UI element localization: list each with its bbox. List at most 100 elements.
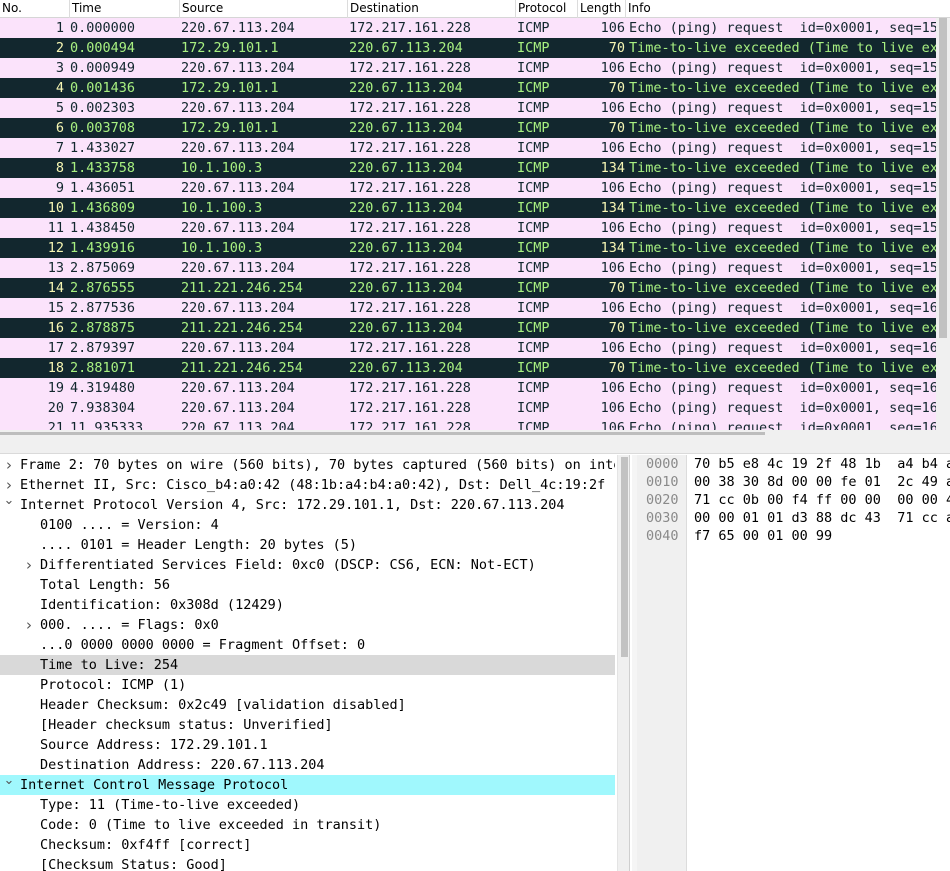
tree-node[interactable]: › Differentiated Services Field: 0xc0 (DS… (0, 555, 615, 575)
cell-length: 106 (600, 300, 625, 316)
hex-line[interactable]: 00 00 01 01 d3 88 dc 43 71 cc ac (694, 509, 950, 527)
tree-node[interactable]: ...0 0000 0000 0000 = Fragment Offset: 0 (0, 635, 615, 655)
column-header-length[interactable]: Length (578, 0, 626, 18)
cell-no: 3 (55, 60, 64, 76)
chevron-right-icon[interactable]: › (2, 455, 16, 475)
tree-node[interactable]: Identification: 0x308d (12429) (0, 595, 615, 615)
packet-row[interactable]: 1 0.000000 220.67.113.204 172.217.161.228 IC… (0, 18, 936, 38)
cell-no: 4 (55, 80, 64, 96)
packet-row[interactable]: 20 7.938304 220.67.113.204 172.217.161.228 I… (0, 398, 936, 418)
packet-row[interactable]: 17 2.879397 220.67.113.204 172.217.161.228 I… (0, 338, 936, 358)
packet-row[interactable]: 9 1.436051 220.67.113.204 172.217.161.228 IC… (0, 178, 936, 198)
packet-list-vertical-scrollbar[interactable] (936, 18, 950, 436)
tree-node[interactable]: Total Length: 56 (0, 575, 615, 595)
packet-row[interactable]: 14 2.876555 211.221.246.254 220.67.113.204 I… (0, 278, 936, 298)
packet-row[interactable]: 8 1.433758 10.1.100.3 220.67.113.204 ICMP 134… (0, 158, 936, 178)
cell-info: Echo (ping) request id=0x0001, seq=163 (629, 400, 936, 416)
cell-protocol: ICMP (517, 260, 550, 276)
column-header-protocol[interactable]: Protocol (516, 0, 578, 18)
packet-row[interactable]: 4 0.001436 172.29.101.1 220.67.113.204 ICMP 7… (0, 78, 936, 98)
packet-row[interactable]: 10 1.436809 10.1.100.3 220.67.113.204 ICMP 13… (0, 198, 936, 218)
column-header-source[interactable]: Source (180, 0, 348, 18)
column-header-destination[interactable]: Destination (348, 0, 516, 18)
scrollbar-thumb[interactable] (621, 457, 628, 657)
tree-node-label: 0100 .... = Version: 4 (40, 517, 219, 533)
scrollbar-thumb[interactable] (939, 18, 947, 338)
packet-row[interactable]: 15 2.877536 220.67.113.204 172.217.161.228 I… (0, 298, 936, 318)
hex-offset-column: 0000 0010 0020 0030 0040 (637, 455, 687, 871)
cell-destination: 220.67.113.204 (349, 320, 463, 336)
packet-row[interactable]: 11 1.438450 220.67.113.204 172.217.161.228 I… (0, 218, 936, 238)
cell-destination: 220.67.113.204 (349, 80, 463, 96)
tree-node[interactable]: 0100 .... = Version: 4 (0, 515, 615, 535)
cell-no: 12 (47, 240, 64, 256)
packet-details-tree[interactable]: › Frame 2: 70 bytes on wire (560 bits), 7… (0, 455, 630, 871)
cell-source: 220.67.113.204 (181, 300, 295, 316)
hex-line[interactable]: 70 b5 e8 4c 19 2f 48 1b a4 b4 a0 (694, 455, 950, 473)
packet-row[interactable]: 5 0.002303 220.67.113.204 172.217.161.228 IC… (0, 98, 936, 118)
cell-protocol: ICMP (517, 240, 550, 256)
cell-source: 10.1.100.3 (181, 160, 263, 176)
packet-row[interactable]: 7 1.433027 220.67.113.204 172.217.161.228 IC… (0, 138, 936, 158)
packet-list[interactable]: No. Time Source Destination Protocol Len… (0, 0, 950, 436)
hex-offset: 0030 (646, 510, 679, 526)
tree-node[interactable]: Protocol: ICMP (1) (0, 675, 615, 695)
chevron-right-icon[interactable]: › (2, 475, 16, 495)
cell-length: 106 (600, 380, 625, 396)
tree-node[interactable]: [Header checksum status: Unverified] (0, 715, 615, 735)
column-header-no[interactable]: No. (0, 0, 70, 18)
tree-node[interactable]: [Checksum Status: Good] (0, 855, 615, 871)
packet-row[interactable]: 3 0.000949 220.67.113.204 172.217.161.228 IC… (0, 58, 936, 78)
tree-node[interactable]: Time to Live: 254 (0, 655, 615, 675)
tree-node[interactable]: Code: 0 (Time to live exceeded in transi… (0, 815, 615, 835)
hex-bytes-column[interactable]: 70 b5 e8 4c 19 2f 48 1b a4 b4 a0 00 38 30… (694, 455, 950, 545)
chevron-down-icon[interactable]: ⌄ (2, 495, 16, 511)
tree-node[interactable]: › 000. .... = Flags: 0x0 (0, 615, 615, 635)
packet-row[interactable]: 18 2.881071 211.221.246.254 220.67.113.204 I… (0, 358, 936, 378)
chevron-right-icon[interactable]: › (22, 555, 36, 575)
tree-node[interactable]: Type: 11 (Time-to-live exceeded) (0, 795, 615, 815)
hex-line[interactable]: f7 65 00 01 00 99 (694, 527, 950, 545)
tree-node[interactable]: Checksum: 0xf4ff [correct] (0, 835, 615, 855)
packet-row[interactable]: 13 2.875069 220.67.113.204 172.217.161.228 I… (0, 258, 936, 278)
tree-node-label: Protocol: ICMP (1) (40, 677, 187, 693)
hex-line[interactable]: 00 38 30 8d 00 00 fe 01 2c 49 ac (694, 473, 950, 491)
packet-row[interactable]: 19 4.319480 220.67.113.204 172.217.161.228 I… (0, 378, 936, 398)
tree-node[interactable]: › Ethernet II, Src: Cisco_b4:a0:42 (48:1b… (0, 475, 615, 495)
hex-line[interactable]: 71 cc 0b 00 f4 ff 00 00 00 00 45 (694, 491, 950, 509)
cell-info: Time-to-live exceeded (Time to live exc (629, 40, 936, 56)
tree-node-label: Source Address: 172.29.101.1 (40, 737, 268, 753)
tree-node[interactable]: ⌄ Internet Control Message Protocol (0, 775, 615, 795)
scrollbar-thumb[interactable] (0, 432, 765, 435)
column-header-info[interactable]: Info (626, 0, 950, 18)
cell-time: 0.002303 (70, 100, 136, 116)
tree-node[interactable]: Source Address: 172.29.101.1 (0, 735, 615, 755)
cell-source: 220.67.113.204 (181, 140, 295, 156)
tree-node[interactable]: › Frame 2: 70 bytes on wire (560 bits), 7… (0, 455, 615, 475)
chevron-down-icon[interactable]: ⌄ (2, 775, 16, 791)
cell-length: 106 (600, 180, 625, 196)
packet-row[interactable]: 12 1.439916 10.1.100.3 220.67.113.204 ICMP 13… (0, 238, 936, 258)
details-vertical-scrollbar[interactable] (617, 455, 629, 871)
tree-node[interactable]: ⌄ Internet Protocol Version 4, Src: 172.2… (0, 495, 615, 515)
cell-no: 15 (47, 300, 64, 316)
cell-protocol: ICMP (517, 360, 550, 376)
cell-time: 4.319480 (70, 380, 136, 396)
pane-splitter[interactable] (0, 436, 950, 454)
packet-row[interactable]: 2 0.000494 172.29.101.1 220.67.113.204 ICMP 7… (0, 38, 936, 58)
packet-bytes-pane[interactable]: 0000 0010 0020 0030 0040 70 b5 e8 4c 19 2f 4… (637, 455, 950, 871)
cell-protocol: ICMP (517, 100, 550, 116)
tree-node[interactable]: Header Checksum: 0x2c49 [validation disa… (0, 695, 615, 715)
cell-no: 9 (55, 180, 64, 196)
tree-node[interactable]: Destination Address: 220.67.113.204 (0, 755, 615, 775)
tree-node-label: ...0 0000 0000 0000 = Fragment Offset: 0 (40, 637, 366, 653)
tree-node[interactable]: .... 0101 = Header Length: 20 bytes (5) (0, 535, 615, 555)
packet-row[interactable]: 16 2.878875 211.221.246.254 220.67.113.204 I… (0, 318, 936, 338)
cell-info: Time-to-live exceeded (Time to live exc (629, 120, 936, 136)
chevron-right-icon[interactable]: › (22, 615, 36, 635)
column-header-time[interactable]: Time (70, 0, 180, 18)
packet-row[interactable]: 6 0.003708 172.29.101.1 220.67.113.204 ICMP 7… (0, 118, 936, 138)
cell-source: 172.29.101.1 (181, 120, 279, 136)
tree-node-label: Total Length: 56 (40, 577, 171, 593)
cell-destination: 172.217.161.228 (349, 300, 471, 316)
